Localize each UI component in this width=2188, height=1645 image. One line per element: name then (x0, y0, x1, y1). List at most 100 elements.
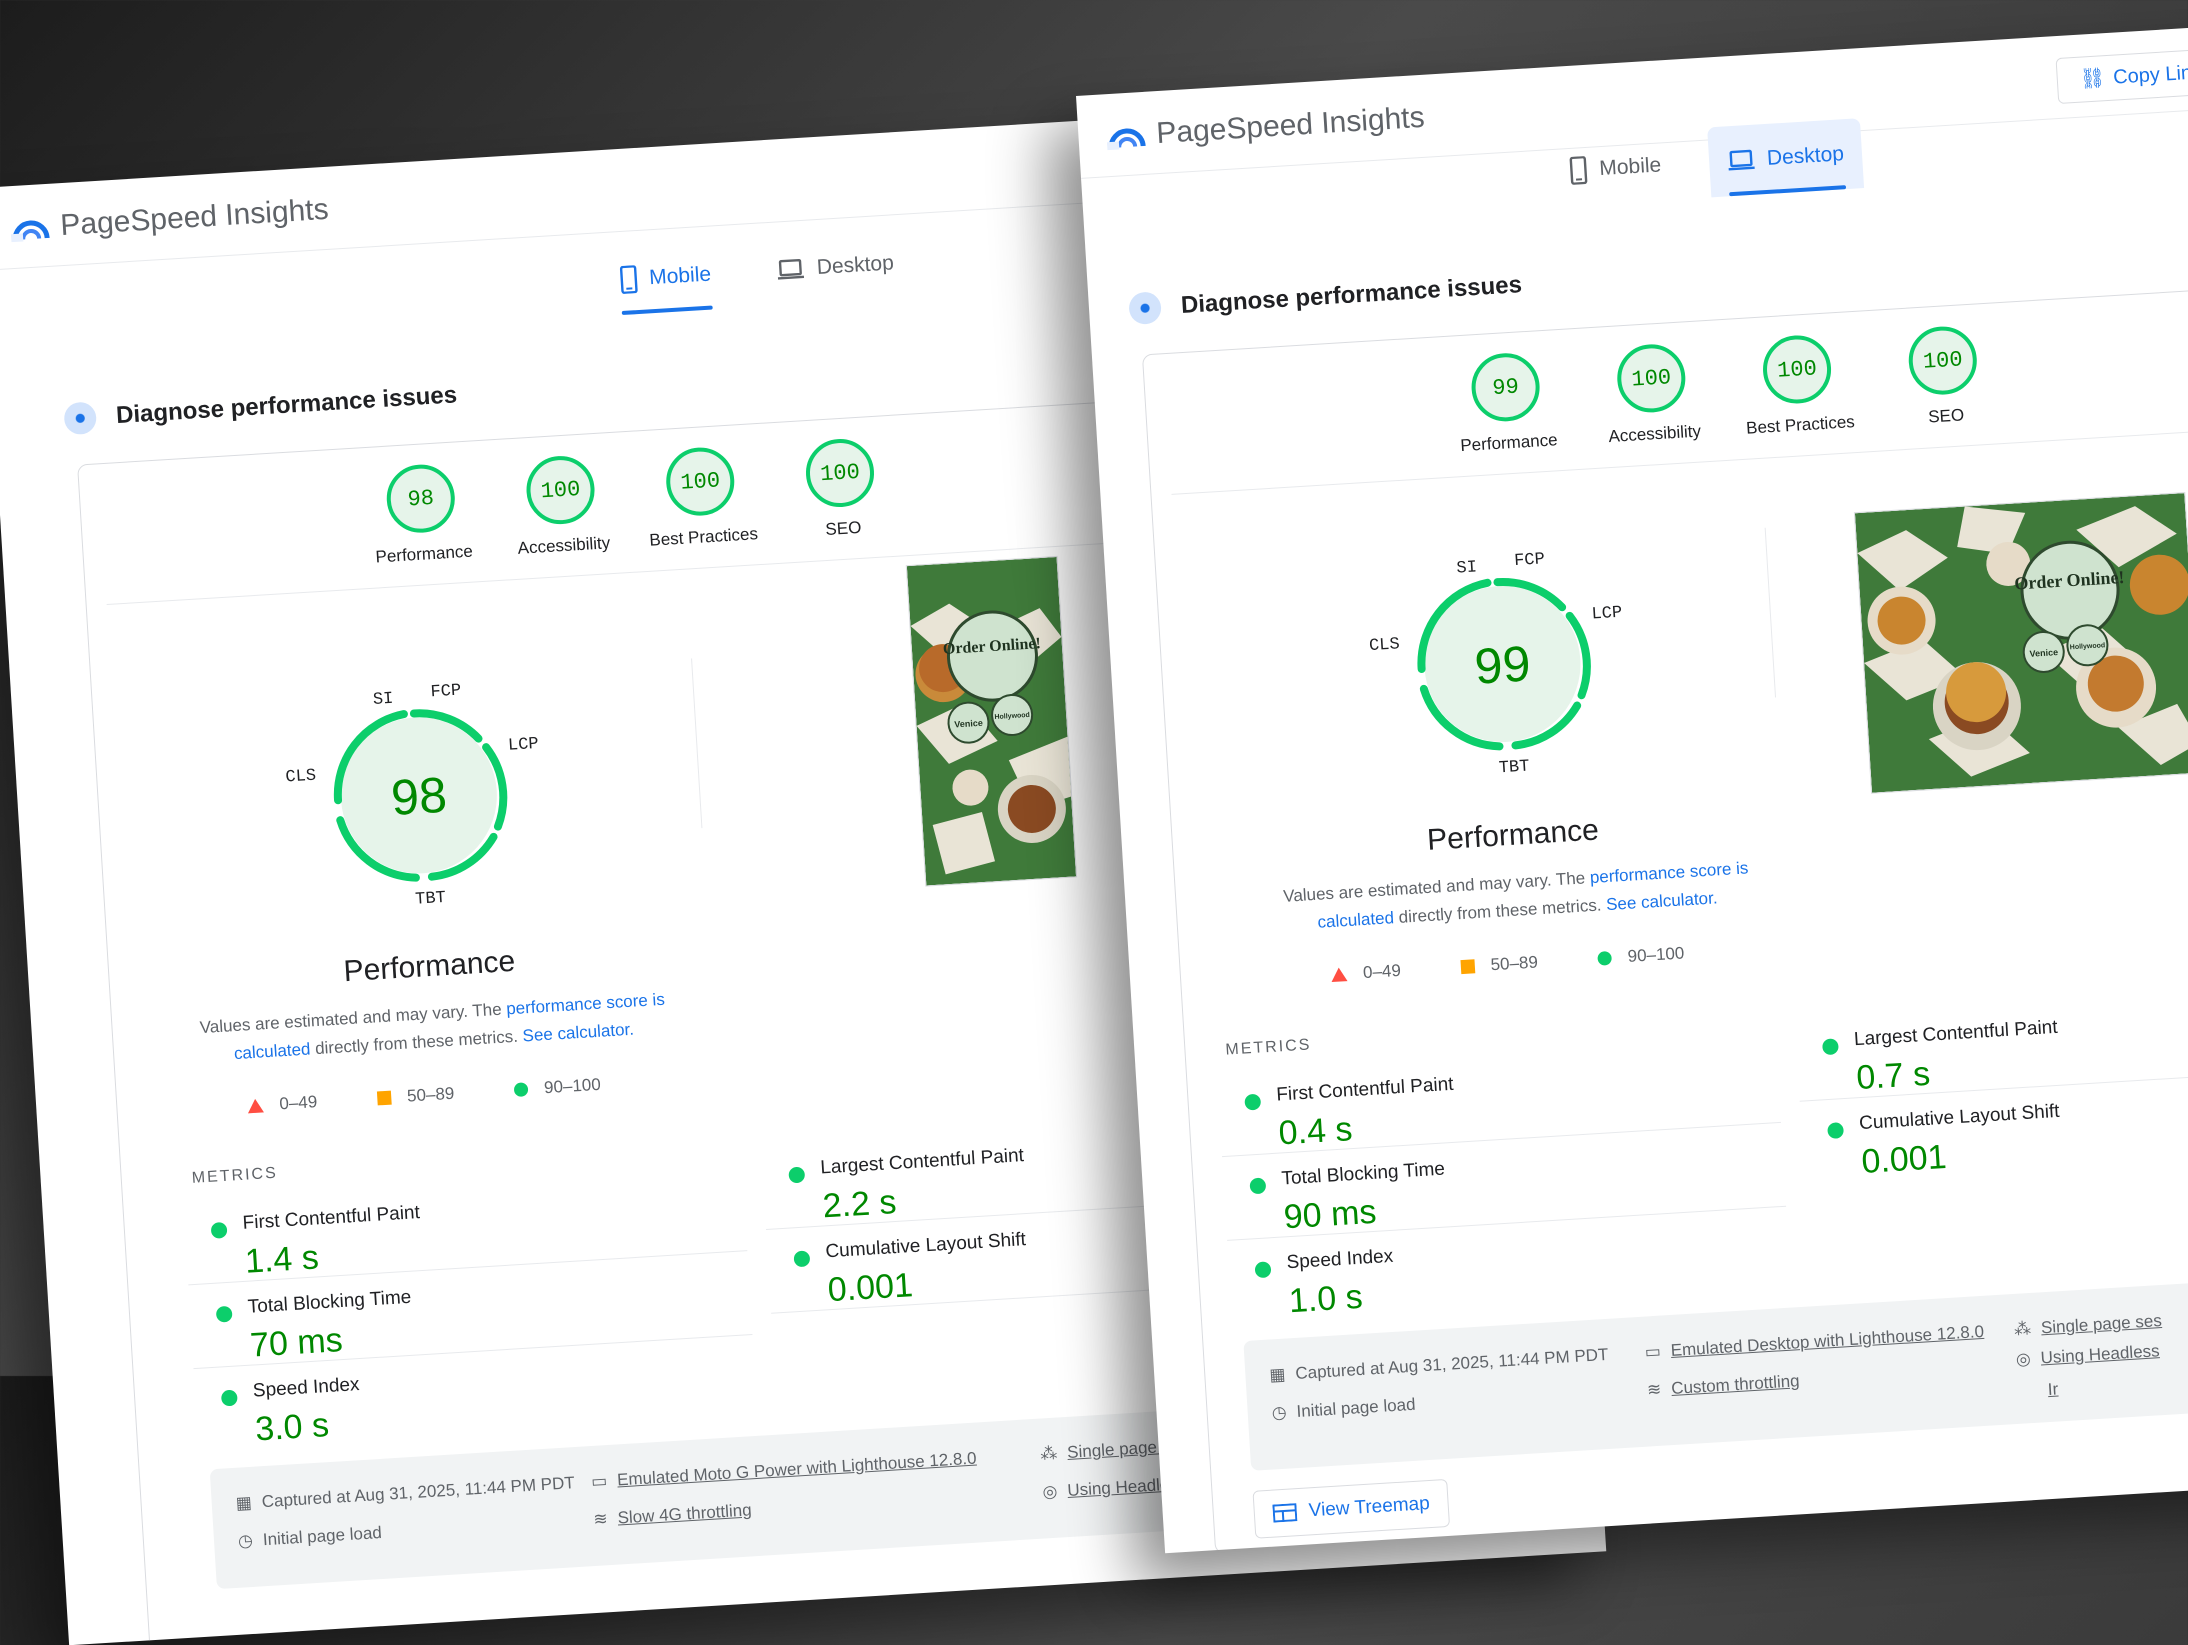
gauge-label: Best Practices (623, 523, 784, 553)
gauge-score: 100 (525, 454, 597, 526)
calendar-icon: ▦ (235, 1493, 252, 1514)
gauge-score: 99 (1470, 351, 1542, 423)
metric-name: Largest Contentful Paint (1853, 1017, 2058, 1051)
pass-icon (1255, 1261, 1272, 1278)
legend-pass: 90–100 (514, 1075, 602, 1100)
metric-name: First Contentful Paint (1276, 1074, 1454, 1107)
calculator-link[interactable]: See calculator. (1606, 888, 1718, 914)
gauge-seo[interactable]: 100SEO (758, 434, 924, 544)
gauge-label: Performance (344, 540, 505, 570)
copy-link-button[interactable]: ⛓ Copy Link (2056, 48, 2188, 104)
session-item[interactable]: ⁂ Single page ses (2013, 1311, 2162, 1340)
gauge-score: 100 (1615, 342, 1687, 414)
report-card: 99 Performance 100Accessibility 100Best P… (1142, 262, 2188, 1554)
ring-label-tbt: TBT (1498, 758, 1530, 779)
laptop-icon (776, 258, 805, 282)
gauge-seo[interactable]: 100 SEO (1861, 322, 2027, 432)
note-text: directly from these metrics. (310, 1026, 523, 1058)
browser-item[interactable]: ◎Using Headless (2015, 1341, 2160, 1370)
browser-item-more[interactable]: Ir (2047, 1379, 2059, 1400)
divider (1765, 528, 1776, 698)
load-item: ◷Initial page load (238, 1523, 383, 1552)
chrome-icon: ◎ (1042, 1482, 1058, 1503)
pass-icon (216, 1306, 233, 1323)
ring-label-tbt: TBT (415, 889, 447, 910)
load-text: Initial page load (262, 1523, 382, 1550)
view-treemap-button[interactable]: View Treemap (1252, 1479, 1450, 1539)
legend-average: 50–89 (1460, 952, 1538, 977)
square-icon (1460, 959, 1475, 974)
gauge-score: 98 (385, 463, 457, 535)
chrome-icon: ◎ (2015, 1349, 2031, 1370)
food-image: Order Online! Venice Hollywood (907, 557, 1076, 886)
desktop-report-panel: PageSpeed Insights ⛓ Copy Link Mobile De… (1076, 2, 2188, 1553)
gauge-best-practices[interactable]: 100Best Practices (1715, 331, 1881, 441)
gauge-performance[interactable]: 99 Performance (1424, 348, 1590, 458)
pass-icon (1822, 1038, 1839, 1055)
tab-label: Mobile (1599, 153, 1662, 181)
treemap-label: View Treemap (1308, 1493, 1430, 1522)
device-item[interactable]: ▭Emulated Desktop with Lighthouse 12.8.0 (1644, 1322, 1984, 1363)
session-icon: ⁂ (2013, 1319, 2031, 1340)
pass-icon (1249, 1177, 1266, 1194)
ring-label-lcp: LCP (507, 735, 539, 756)
link-icon: ⛓ (2079, 56, 2107, 101)
metric-name: Speed Index (252, 1374, 360, 1402)
tab-mobile[interactable]: Mobile (1549, 129, 1681, 207)
screenshot-location-1: Venice (2029, 647, 2058, 659)
tab-label: Mobile (649, 263, 712, 291)
gauge-label: Accessibility (483, 531, 644, 561)
treemap-icon (1272, 1503, 1297, 1522)
metric-name: Cumulative Layout Shift (1859, 1101, 2061, 1135)
diagnose-title: Diagnose performance issues (115, 381, 458, 430)
diagnose-heading: Diagnose performance issues (63, 379, 458, 435)
metrics-heading: METRICS (1225, 1036, 1312, 1059)
score-note: Values are estimated and may vary. The p… (1265, 853, 1767, 939)
throttle-text: Custom throttling (1671, 1371, 1800, 1399)
pagespeed-logo-icon (1106, 120, 1148, 152)
device-text: Emulated Desktop with Lighthouse 12.8.0 (1670, 1322, 1984, 1361)
metric-value: 3.0 s (254, 1406, 330, 1449)
page-screenshot: Order Online! Venice Hollywood (906, 556, 1077, 887)
gauge-label: SEO (1866, 402, 2027, 432)
brand-title: PageSpeed Insights (59, 193, 329, 243)
diagnose-icon (63, 401, 97, 435)
food-image: Order Online! Venice Hollywood (1855, 493, 2188, 793)
captured-text: Captured at Aug 31, 2025, 11:44 PM PDT (261, 1473, 575, 1512)
browser-text-more: Ir (2047, 1379, 2059, 1400)
tab-mobile[interactable]: Mobile (599, 238, 731, 316)
session-icon: ⁂ (1040, 1444, 1058, 1465)
gauge-accessibility[interactable]: 100Accessibility (1569, 340, 1735, 450)
load-text: Initial page load (1296, 1395, 1416, 1422)
legend-label: 90–100 (1627, 943, 1685, 966)
gauge-score: 100 (1907, 325, 1979, 397)
score-note: Values are estimated and may vary. The p… (182, 985, 684, 1071)
metric-value: 2.2 s (822, 1183, 898, 1226)
tab-label: Desktop (816, 251, 894, 280)
calculator-link[interactable]: See calculator. (522, 1020, 634, 1046)
metric-name: Total Blocking Time (247, 1287, 412, 1319)
legend-label: 90–100 (544, 1075, 602, 1098)
gauge-score: 100 (804, 437, 876, 509)
metric-value: 0.4 s (1278, 1110, 1354, 1153)
ring-label-si: SI (372, 690, 394, 710)
tab-desktop[interactable]: Desktop (757, 227, 914, 306)
note-text: directly from these metrics. (1393, 895, 1606, 927)
device-item[interactable]: ▭Emulated Moto G Power with Lighthouse 1… (591, 1449, 978, 1493)
ring-label-si: SI (1456, 558, 1478, 578)
timer-icon: ◷ (1271, 1403, 1287, 1424)
triangle-icon (247, 1098, 264, 1113)
metric-value: 0.001 (827, 1266, 914, 1310)
captured-text: Captured at Aug 31, 2025, 11:44 PM PDT (1295, 1345, 1609, 1384)
copy-link-label: Copy Link (2112, 50, 2188, 99)
circle-icon (514, 1082, 529, 1097)
tab-desktop[interactable]: Desktop (1707, 118, 1864, 197)
session-text: Single page ses (2040, 1311, 2162, 1338)
throttle-item[interactable]: ≋Slow 4G throttling (593, 1500, 752, 1530)
ring-label-fcp: FCP (1514, 550, 1546, 571)
performance-gauge: 98 SI FCP LCP TBT CLS (249, 626, 588, 965)
circle-icon (1597, 951, 1612, 966)
metric-value: 1.0 s (1288, 1278, 1364, 1321)
gauge-label: Performance (1429, 428, 1590, 458)
pagespeed-logo-icon (10, 212, 52, 244)
